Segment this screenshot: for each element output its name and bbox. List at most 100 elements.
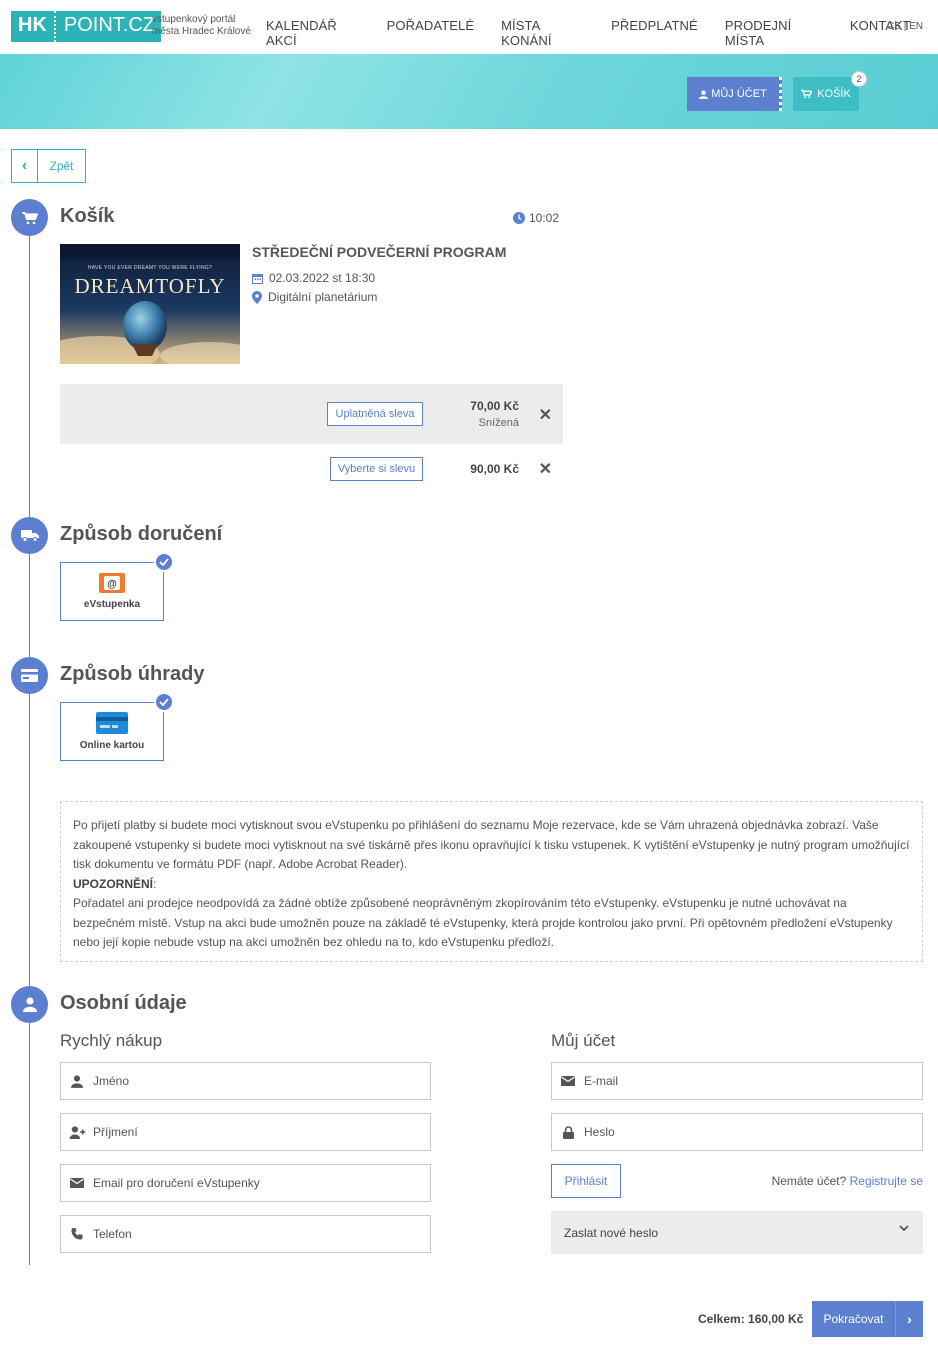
user-icon	[22, 997, 37, 1012]
truck-icon	[20, 530, 39, 542]
payment-heading: Způsob úhrady	[60, 663, 205, 685]
credit-card-icon	[96, 712, 128, 734]
delivery-step-icon	[11, 517, 48, 554]
event-date-text: 02.03.2022 st 18:30	[269, 271, 376, 285]
last-name-field[interactable]: Příjmení	[60, 1113, 431, 1151]
cart-heading: Košík	[60, 205, 115, 227]
calendar-icon	[252, 273, 263, 284]
send-new-password-toggle[interactable]: Zaslat nové heslo	[551, 1211, 923, 1254]
delivery-option-label: eVstupenka	[83, 599, 141, 610]
map-marker-icon	[252, 290, 262, 304]
first-name-placeholder: Jméno	[93, 1074, 130, 1088]
ticket-price: 70,00 Kč Snížená	[470, 399, 519, 429]
event-title: STŘEDEČNÍ PODVEČERNÍ PROGRAM	[252, 244, 507, 260]
envelope-icon	[561, 1076, 575, 1086]
nav-item-organizers[interactable]: POŘADATELÉ	[387, 18, 474, 48]
personal-heading: Osobní údaje	[60, 992, 187, 1014]
delivery-option-eticket[interactable]: @ eVstupenka	[60, 562, 164, 621]
payment-option-card[interactable]: Online kartou	[60, 702, 164, 761]
first-name-field[interactable]: Jméno	[60, 1062, 431, 1100]
info-paragraph-2: Pořadatel ani prodejce neodpovídá za žád…	[73, 896, 893, 949]
my-account-label: MŮJ ÚČET	[711, 88, 767, 100]
nav-item-calendar[interactable]: KALENDÁŘ AKCÍ	[266, 18, 360, 48]
timeline-line	[29, 217, 30, 1265]
selected-check-icon	[154, 692, 174, 712]
main-nav: KALENDÁŘ AKCÍ POŘADATELÉ MÍSTA KONÁNÍ PŘ…	[266, 18, 938, 48]
tagline: vstupenkový portál města Hradec Králové	[152, 14, 251, 38]
info-warning-label: UPOZORNĚNÍ	[73, 876, 154, 891]
continue-button[interactable]: Pokračovat ›	[812, 1301, 923, 1337]
envelope-icon	[70, 1178, 84, 1188]
timer-value: 10:02	[529, 211, 560, 225]
my-account-button[interactable]: MŮJ ÚČET	[687, 77, 782, 111]
tagline-line-2: města Hradec Králové	[152, 26, 251, 37]
delivery-email-placeholder: Email pro doručení eVstupenky	[93, 1176, 260, 1190]
logo-hk: HK	[11, 11, 54, 42]
eticket-icon: @	[99, 573, 125, 593]
ticket-row: Vyberte si slevu 90,00 Kč ✕	[60, 441, 563, 496]
email-placeholder: E-mail	[584, 1074, 619, 1088]
cart-icon	[21, 211, 38, 224]
chevron-down-icon	[899, 1225, 909, 1232]
quick-purchase-heading: Rychlý nákup	[60, 1031, 163, 1050]
payment-step-icon	[11, 657, 48, 694]
tagline-line-1: vstupenkový portál	[152, 14, 236, 25]
email-field[interactable]: E-mail	[551, 1062, 923, 1100]
reservation-timer: 10:02	[513, 211, 559, 225]
logo-point: POINT.CZ	[53, 11, 162, 42]
select-discount-button[interactable]: Vyberte si slevu	[330, 457, 423, 481]
lock-icon	[562, 1125, 574, 1139]
login-button[interactable]: Přihlásit	[551, 1164, 621, 1198]
ticket-row: Uplatněná sleva 70,00 Kč Snížená ✕	[60, 384, 563, 444]
continue-label: Pokračovat	[823, 1312, 884, 1326]
payment-option-label: Online kartou	[79, 740, 145, 751]
phone-placeholder: Telefon	[93, 1227, 132, 1241]
cart-icon	[801, 89, 813, 99]
logo[interactable]: HK POINT.CZ	[11, 11, 162, 42]
ticket-price-value: 70,00 Kč	[470, 399, 519, 413]
cart-label: KOŠÍK	[817, 88, 851, 100]
send-new-password-label: Zaslat nové heslo	[564, 1225, 659, 1240]
no-account-text: Nemáte účet? Registrujte se	[772, 1174, 923, 1188]
lang-cs[interactable]: CS	[887, 21, 901, 32]
user-icon	[699, 89, 709, 99]
applied-discount-button[interactable]: Uplatněná sleva	[327, 402, 423, 426]
no-account-label: Nemáte účet?	[771, 1174, 847, 1188]
chevron-right-icon: ›	[895, 1301, 923, 1337]
ticket-price-value: 90,00 Kč	[470, 462, 519, 476]
cart-count-badge: 2	[851, 71, 867, 87]
cart-step-icon	[11, 199, 48, 236]
phone-icon	[71, 1228, 83, 1240]
personal-step-icon	[11, 986, 48, 1023]
event-place-text: Digitální planetárium	[268, 290, 378, 304]
user-plus-icon	[69, 1125, 85, 1139]
nav-item-sales-points[interactable]: PRODEJNÍ MÍSTA	[725, 18, 823, 48]
back-button[interactable]: ‹ Zpět	[11, 149, 86, 183]
remove-ticket-icon[interactable]: ✕	[539, 405, 552, 425]
top-bar: HK POINT.CZ vstupenkový portál města Hra…	[0, 0, 938, 54]
selected-check-icon	[154, 552, 174, 572]
user-icon	[71, 1074, 83, 1088]
clock-icon	[513, 212, 525, 224]
my-account-heading: Můj účet	[551, 1031, 616, 1050]
lang-separator: |	[903, 21, 907, 32]
chevron-left-icon: ‹	[12, 150, 38, 182]
remove-ticket-icon[interactable]: ✕	[539, 459, 552, 479]
password-field[interactable]: Heslo	[551, 1113, 923, 1151]
lang-en[interactable]: EN	[909, 21, 923, 32]
credit-card-icon	[21, 669, 38, 682]
last-name-placeholder: Příjmení	[93, 1125, 138, 1139]
nav-item-venues[interactable]: MÍSTA KONÁNÍ	[501, 18, 584, 48]
register-link[interactable]: Registrujte se	[850, 1174, 923, 1188]
svg-text:@: @	[107, 579, 117, 590]
phone-field[interactable]: Telefon	[60, 1215, 431, 1253]
order-total: Celkem: 160,00 Kč	[698, 1312, 804, 1326]
language-switch: CS | EN	[887, 21, 923, 32]
delivery-email-field[interactable]: Email pro doručení eVstupenky	[60, 1164, 431, 1202]
event-image-tagline: HAVE YOU EVER DREAMT YOU WERE FLYING?	[87, 265, 213, 271]
event-image: HAVE YOU EVER DREAMT YOU WERE FLYING? DR…	[60, 244, 240, 364]
nav-item-subscription[interactable]: PŘEDPLATNÉ	[611, 18, 698, 48]
cart-button[interactable]: KOŠÍK	[793, 77, 859, 111]
delivery-heading: Způsob doručení	[60, 523, 223, 545]
event-image-title: DREAMTOFLY	[74, 274, 226, 298]
